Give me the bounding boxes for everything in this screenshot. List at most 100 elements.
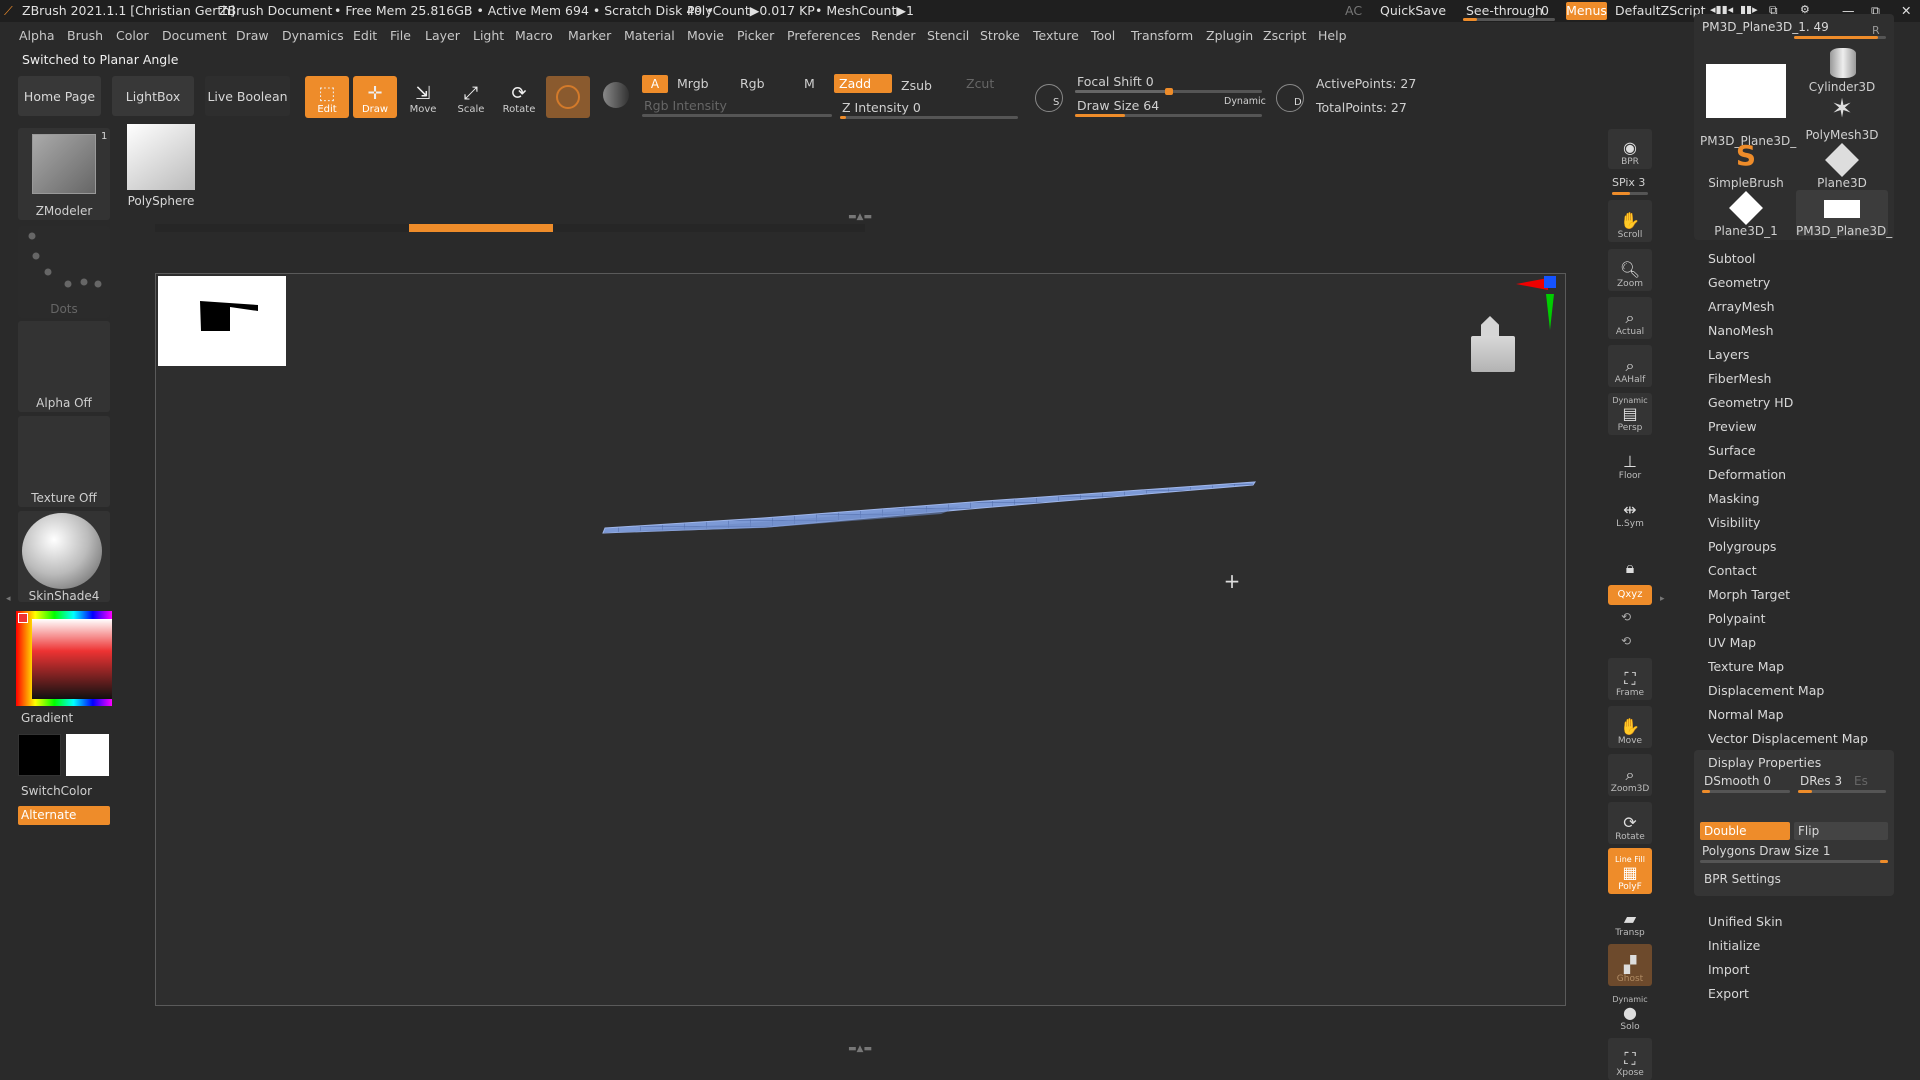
menu-picker[interactable]: Picker (737, 28, 774, 43)
subpalette-uv-map[interactable]: UV Map (1708, 635, 1756, 650)
focal-shift-slider[interactable] (1075, 88, 1262, 95)
subpalette-nanomesh[interactable]: NanoMesh (1708, 323, 1774, 338)
collapse-bottom-icon[interactable]: ▬▲▬ (796, 1045, 924, 1054)
subpalette-texture-map[interactable]: Texture Map (1708, 659, 1784, 674)
material-skinshade4[interactable]: SkinShade4 (18, 511, 110, 603)
rotate-y-icon[interactable]: ⟲ (1621, 610, 1631, 624)
see-through-slider[interactable]: See-through 0 (1461, 0, 1559, 22)
menu-marker[interactable]: Marker (568, 28, 611, 43)
quicksave-button[interactable]: QuickSave (1380, 3, 1446, 18)
color-picker-square[interactable] (32, 619, 112, 699)
xpose-button[interactable]: ⛶ Xpose (1608, 1038, 1652, 1080)
draw-size-slider[interactable] (1075, 114, 1262, 117)
material-swatch-button[interactable] (546, 76, 590, 118)
dynamic-toggle[interactable]: Dynamic (1224, 96, 1266, 107)
tool-thumb-pm3d-plane-2[interactable]: PM3D_Plane3D_ (1796, 190, 1892, 238)
subpalette-deformation[interactable]: Deformation (1708, 467, 1786, 482)
secondary-color-swatch[interactable] (66, 734, 109, 776)
subpalette-arraymesh[interactable]: ArrayMesh (1708, 299, 1775, 314)
view-cube-icon[interactable] (1466, 316, 1522, 376)
menu-brush[interactable]: Brush (67, 28, 103, 43)
display-properties-title[interactable]: Display Properties (1708, 755, 1821, 770)
right-collapse-icon[interactable]: ▸ (1660, 594, 1666, 612)
texture-off-slot[interactable]: Texture Off (18, 416, 110, 507)
menu-layer[interactable]: Layer (425, 28, 460, 43)
alpha-off-slot[interactable]: Alpha Off (18, 321, 110, 412)
viewport-canvas[interactable]: + (155, 273, 1566, 1006)
tool-thumb-simplebrush[interactable]: S SimpleBrush (1700, 140, 1792, 191)
persp-button[interactable]: Dynamic ▤ Persp (1608, 393, 1652, 435)
subpalette-geometry-hd[interactable]: Geometry HD (1708, 395, 1793, 410)
rgb-intensity-slider[interactable] (642, 114, 832, 117)
xyz-toggle[interactable]: Qxyz (1608, 585, 1652, 605)
subpalette-surface[interactable]: Surface (1708, 443, 1756, 458)
subpalette-initialize[interactable]: Initialize (1708, 938, 1760, 953)
left-collapse-icon[interactable]: ◂ (6, 594, 11, 612)
tool-thumb-pm3d-plane[interactable]: PM3D_Plane3D_ (1700, 50, 1796, 150)
move-button[interactable]: ⇲ Move (401, 76, 445, 118)
color-sphere-icon[interactable] (603, 82, 629, 108)
primary-color-swatch[interactable] (18, 734, 61, 776)
rotate-view-button[interactable]: ⟳ Rotate (1608, 802, 1652, 844)
transp-button[interactable]: ▰ Transp (1608, 898, 1652, 940)
live-boolean-button[interactable]: Live Boolean (205, 76, 290, 116)
rotate-button[interactable]: ⟳ Rotate (497, 76, 541, 118)
subpalette-visibility[interactable]: Visibility (1708, 515, 1760, 530)
dres-slider[interactable]: DRes 3 Es (1798, 774, 1886, 794)
lightbox-button[interactable]: LightBox (112, 76, 194, 116)
menu-help[interactable]: Help (1318, 28, 1347, 43)
lazy-mouse-d-icon[interactable]: D (1276, 84, 1304, 112)
mrgb-toggle[interactable]: Mrgb (677, 76, 709, 91)
draw-button[interactable]: ✛ Draw (353, 76, 397, 118)
home-page-button[interactable]: Home Page (18, 76, 101, 116)
subpalette-polygroups[interactable]: Polygroups (1708, 539, 1776, 554)
tool-thumb-plane3d-1[interactable]: Plane3D_1 (1700, 190, 1792, 238)
subpalette-polypaint[interactable]: Polypaint (1708, 611, 1766, 626)
menu-stencil[interactable]: Stencil (927, 28, 969, 43)
menu-color[interactable]: Color (116, 28, 149, 43)
m-toggle[interactable]: M (804, 76, 815, 91)
bpr-button[interactable]: ◉ BPR (1608, 129, 1652, 169)
subpalette-geometry[interactable]: Geometry (1708, 275, 1770, 290)
alternate-button[interactable]: Alternate (18, 806, 110, 825)
rgb-toggle[interactable]: Rgb (740, 76, 765, 91)
subpalette-normal-map[interactable]: Normal Map (1708, 707, 1784, 722)
subpalette-masking[interactable]: Masking (1708, 491, 1760, 506)
subpalette-displacement-map[interactable]: Displacement Map (1708, 683, 1824, 698)
zadd-toggle[interactable]: Zadd (834, 74, 892, 93)
tool-thumb-plane3d[interactable]: Plane3D (1796, 142, 1888, 190)
subpalette-preview[interactable]: Preview (1708, 419, 1757, 434)
stroke-dots[interactable]: Dots (18, 226, 110, 318)
menu-dynamics[interactable]: Dynamics (282, 28, 344, 43)
aahalf-button[interactable]: ⌕ AAHalf (1608, 345, 1652, 387)
menu-render[interactable]: Render (871, 28, 916, 43)
switchcolor-button[interactable]: SwitchColor (21, 784, 92, 798)
menu-alpha[interactable]: Alpha (19, 28, 55, 43)
a-toggle[interactable]: A (642, 75, 668, 93)
menu-zscript[interactable]: Zscript (1263, 28, 1306, 43)
current-tool-zmodeler[interactable]: 1 ZModeler (18, 128, 110, 220)
menu-draw[interactable]: Draw (236, 28, 269, 43)
subpalette-import[interactable]: Import (1708, 962, 1750, 977)
scroll-button[interactable]: ✋ Scroll (1608, 200, 1652, 242)
menu-tool[interactable]: Tool (1091, 28, 1115, 43)
dsmooth-slider[interactable]: DSmooth 0 (1702, 774, 1790, 794)
subpalette-subtool[interactable]: Subtool (1708, 251, 1755, 266)
polyf-button[interactable]: Line Fill ▦ PolyF (1608, 848, 1652, 894)
close-icon[interactable]: ✕ (1901, 3, 1911, 18)
menu-texture[interactable]: Texture (1033, 28, 1079, 43)
lsym-button[interactable]: ⇹ L.Sym (1608, 489, 1652, 531)
subpalette-morph-target[interactable]: Morph Target (1708, 587, 1790, 602)
zoom-button[interactable]: 🔍︎ Zoom (1608, 249, 1652, 291)
subpalette-fibermesh[interactable]: FiberMesh (1708, 371, 1771, 386)
double-toggle[interactable]: Double (1700, 822, 1790, 840)
zcut-toggle[interactable]: Zcut (966, 76, 994, 91)
subpalette-export[interactable]: Export (1708, 986, 1749, 1001)
spix-slider[interactable] (1612, 192, 1648, 195)
color-picker[interactable] (16, 611, 112, 706)
rotate-z-icon[interactable]: ⟲ (1621, 634, 1631, 648)
move-view-button[interactable]: ✋ Move (1608, 706, 1652, 748)
subpalette-vector-displacement-map[interactable]: Vector Displacement Map (1708, 731, 1868, 746)
lock-button[interactable]: 🔒︎ (1608, 537, 1652, 579)
scale-button[interactable]: ⤢ Scale (449, 76, 493, 118)
